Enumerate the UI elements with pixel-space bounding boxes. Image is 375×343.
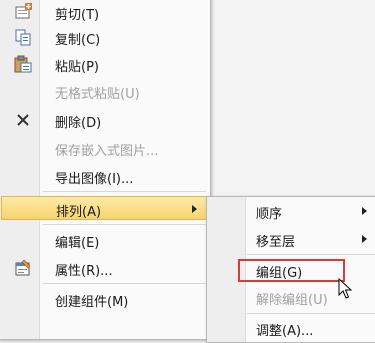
properties-icon: [14, 259, 32, 277]
annotation-highlight-box: [238, 259, 345, 282]
menu-item-label: 导出图像(I)...: [55, 172, 134, 187]
menu-item-save-embedded-image[interactable]: 保存嵌入式图片...: [1, 137, 208, 159]
submenu-item-move-to-layer[interactable]: 移至层: [209, 228, 375, 250]
menu-item-label: 排列(A): [56, 205, 102, 220]
menu-item-label: 解除编组(U): [256, 293, 328, 308]
menu-item-label: 属性(R)...: [55, 264, 113, 279]
menu-item-export-image[interactable]: 导出图像(I)...: [1, 165, 208, 187]
menu-item-label: 保存嵌入式图片...: [55, 144, 159, 159]
menu-item-label: 粘贴(P): [55, 60, 99, 75]
menu-separator: [247, 254, 375, 255]
submenu-arrow-icon: [362, 207, 367, 215]
menu-item-properties[interactable]: 属性(R)...: [1, 257, 208, 279]
menu-separator: [43, 283, 206, 284]
menu-separator: [247, 313, 375, 314]
submenu-item-order[interactable]: 顺序: [209, 200, 375, 222]
menu-item-label: 调整(A)...: [256, 324, 314, 339]
context-menu: 剪切(T) 复制(C) 粘贴(P) 无格式粘贴(U) 删除(D) 保存嵌入式图片…: [0, 0, 211, 340]
submenu-arrow-icon: [192, 205, 197, 213]
menu-item-edit[interactable]: 编辑(E): [1, 229, 208, 251]
menu-item-paste[interactable]: 粘贴(P): [1, 53, 208, 75]
menu-item-cut[interactable]: 剪切(T): [1, 1, 208, 23]
mouse-pointer-icon: [338, 277, 353, 304]
menu-item-label: 顺序: [256, 207, 283, 222]
menu-item-label: 复制(C): [55, 33, 101, 48]
paste-icon: [14, 55, 32, 73]
submenu-arrow-icon: [362, 235, 367, 243]
menu-separator: [43, 224, 206, 225]
menu-item-label: 编辑(E): [55, 236, 100, 251]
menu-item-label: 创建组件(M): [55, 295, 129, 310]
cut-icon: [14, 3, 32, 21]
menu-item-create-component[interactable]: 创建组件(M): [1, 288, 208, 310]
menu-item-arrange[interactable]: 排列(A): [1, 196, 208, 220]
copy-icon: [14, 28, 32, 46]
menu-item-label: 移至层: [256, 235, 296, 250]
menu-item-label: 删除(D): [55, 116, 102, 131]
delete-icon: [14, 111, 32, 129]
menu-item-delete[interactable]: 删除(D): [1, 109, 208, 131]
menu-separator: [43, 191, 206, 192]
menu-item-paste-unformatted[interactable]: 无格式粘贴(U): [1, 80, 208, 102]
menu-item-copy[interactable]: 复制(C): [1, 26, 208, 48]
menu-item-label: 无格式粘贴(U): [55, 87, 140, 102]
menu-item-label: 剪切(T): [55, 8, 100, 23]
